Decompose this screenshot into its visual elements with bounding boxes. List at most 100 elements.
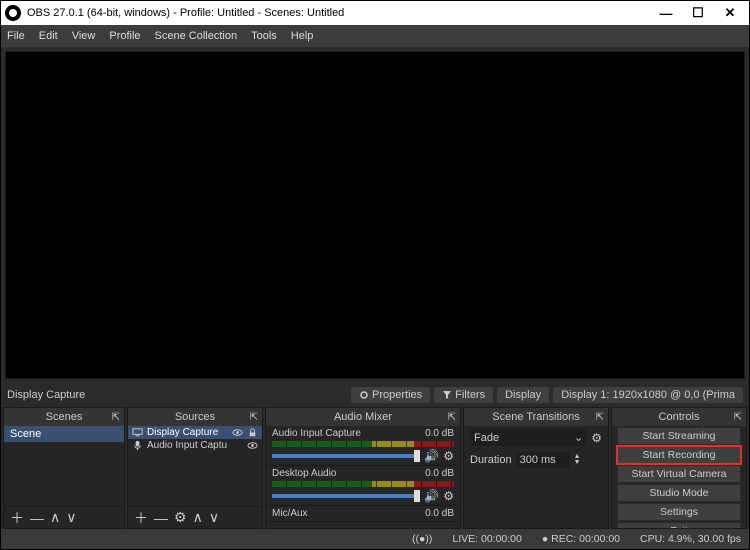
menu-help[interactable]: Help: [291, 30, 314, 42]
menu-profile[interactable]: Profile: [109, 30, 140, 42]
source-label: Audio Input Captu: [147, 440, 227, 451]
popout-icon[interactable]: ⇱: [734, 412, 742, 423]
source-label: Display Capture: [147, 427, 218, 438]
menu-edit[interactable]: Edit: [39, 30, 58, 42]
close-button[interactable]: ✕: [723, 6, 737, 20]
window-buttons: — ☐ ✕: [659, 6, 745, 20]
monitor-icon: [132, 427, 143, 438]
duration-spinner[interactable]: ▲▼: [574, 454, 581, 466]
audio-meter: [272, 481, 454, 487]
menu-bar: File Edit View Profile Scene Collection …: [1, 25, 749, 47]
mixer-header: Audio Mixer⇱: [266, 408, 460, 426]
menu-tools[interactable]: Tools: [251, 30, 277, 42]
gear-icon[interactable]: ⚙: [443, 489, 454, 503]
popout-icon[interactable]: ⇱: [250, 412, 258, 423]
channel-name: Audio Input Capture: [272, 428, 361, 439]
start-recording-button[interactable]: Start Recording: [617, 446, 741, 464]
scene-down-button[interactable]: ∨: [66, 509, 76, 526]
source-up-button[interactable]: ∧: [193, 509, 203, 526]
channel-level: 0.0 dB: [425, 428, 454, 439]
rec-status: REC: 00:00:00: [551, 533, 620, 545]
title-bar: OBS 27.0.1 (64-bit, windows) - Profile: …: [1, 1, 749, 25]
display-label: Display: [497, 387, 549, 403]
menu-view[interactable]: View: [72, 30, 96, 42]
gear-icon[interactable]: ⚙: [591, 431, 602, 445]
scene-item[interactable]: Scene: [4, 426, 124, 442]
eye-icon[interactable]: [247, 440, 258, 451]
broadcast-icon: ((●)): [412, 533, 432, 545]
mixer-body: Audio Input Capture 0.0 dB 🔊 ⚙ Desktop Au…: [266, 426, 460, 528]
minimize-button[interactable]: —: [659, 6, 673, 20]
lock-icon[interactable]: [247, 427, 258, 438]
source-item[interactable]: Audio Input Captu: [128, 439, 262, 452]
volume-slider[interactable]: [272, 494, 420, 498]
sources-footer: ＋ — ⚙ ∧ ∨: [128, 506, 262, 528]
controls-body: Start Streaming Start Recording Start Vi…: [612, 426, 746, 528]
add-source-button[interactable]: ＋: [134, 508, 148, 528]
channel-name: Desktop Audio: [272, 468, 337, 479]
audio-meter: [272, 441, 454, 447]
properties-button[interactable]: Properties: [351, 387, 430, 403]
eye-icon[interactable]: [232, 427, 243, 438]
sources-list[interactable]: Display Capture Audio Input Captu: [128, 426, 262, 506]
status-bar: ((●)) LIVE: 00:00:00 ● REC: 00:00:00 CPU…: [1, 529, 749, 549]
live-status: LIVE: 00:00:00: [452, 533, 521, 545]
duration-input[interactable]: 300 ms: [516, 452, 570, 468]
transitions-panel: Scene Transitions⇱ Fade⌄ ⚙ Duration 300 …: [463, 407, 609, 529]
channel-level: 0.0 dB: [425, 508, 454, 519]
audio-mixer-panel: Audio Mixer⇱ Audio Input Capture 0.0 dB 🔊…: [265, 407, 461, 529]
source-item[interactable]: Display Capture: [128, 426, 262, 439]
filters-button[interactable]: Filters: [434, 387, 493, 403]
mixer-channel: Desktop Audio 0.0 dB 🔊 ⚙: [266, 466, 460, 506]
scenes-footer: ＋ — ∧ ∨: [4, 506, 124, 528]
popout-icon[interactable]: ⇱: [112, 412, 120, 423]
channel-level: 0.0 dB: [425, 468, 454, 479]
scenes-header: Scenes⇱: [4, 408, 124, 426]
maximize-button[interactable]: ☐: [691, 6, 705, 20]
duration-label: Duration: [470, 454, 512, 466]
popout-icon[interactable]: ⇱: [448, 412, 456, 423]
exit-button[interactable]: Exit: [617, 522, 741, 528]
scenes-panel: Scenes⇱ Scene ＋ — ∧ ∨: [3, 407, 125, 529]
mixer-channel: Audio Input Capture 0.0 dB 🔊 ⚙: [266, 426, 460, 466]
preview-area[interactable]: [5, 51, 745, 379]
app-icon: [5, 5, 21, 21]
transitions-header: Scene Transitions⇱: [464, 408, 608, 426]
speaker-icon[interactable]: 🔊: [424, 449, 439, 463]
scene-up-button[interactable]: ∧: [50, 509, 60, 526]
menu-file[interactable]: File: [7, 30, 25, 42]
source-settings-button[interactable]: ⚙: [174, 509, 187, 526]
sources-panel: Sources⇱ Display Capture Audio Input Cap…: [127, 407, 263, 529]
rec-indicator: ● REC: 00:00:00: [542, 533, 620, 545]
selected-source-label: Display Capture: [7, 389, 85, 401]
settings-button[interactable]: Settings: [617, 503, 741, 521]
remove-scene-button[interactable]: —: [30, 510, 44, 526]
channel-name: Mic/Aux: [272, 508, 308, 519]
transition-dropdown[interactable]: Fade⌄: [470, 429, 587, 446]
mic-icon: [132, 440, 143, 451]
transitions-body: Fade⌄ ⚙ Duration 300 ms ▲▼: [464, 426, 608, 528]
studio-mode-button[interactable]: Studio Mode: [617, 484, 741, 502]
start-virtual-camera-button[interactable]: Start Virtual Camera: [617, 465, 741, 483]
sources-header: Sources⇱: [128, 408, 262, 426]
source-down-button[interactable]: ∨: [209, 509, 219, 526]
controls-panel: Controls⇱ Start Streaming Start Recordin…: [611, 407, 747, 529]
window-title: OBS 27.0.1 (64-bit, windows) - Profile: …: [27, 7, 659, 19]
cpu-status: CPU: 4.9%, 30.00 fps: [640, 533, 741, 545]
remove-source-button[interactable]: —: [154, 510, 168, 526]
dock-panels: Scenes⇱ Scene ＋ — ∧ ∨ Sources⇱ Display C…: [1, 407, 749, 529]
add-scene-button[interactable]: ＋: [10, 508, 24, 528]
chevron-down-icon: ⌄: [574, 431, 583, 444]
start-streaming-button[interactable]: Start Streaming: [617, 427, 741, 445]
display-dropdown[interactable]: Display 1: 1920x1080 @ 0,0 (Prima: [553, 387, 743, 403]
popout-icon[interactable]: ⇱: [596, 412, 604, 423]
scenes-list[interactable]: Scene: [4, 426, 124, 506]
preview-toolbar: Display Capture Properties Filters Displ…: [1, 383, 749, 407]
mixer-channel: Mic/Aux 0.0 dB: [266, 506, 460, 522]
app-window: OBS 27.0.1 (64-bit, windows) - Profile: …: [0, 0, 750, 550]
volume-slider[interactable]: [272, 454, 420, 458]
controls-header: Controls⇱: [612, 408, 746, 426]
speaker-icon[interactable]: 🔊: [424, 489, 439, 503]
gear-icon[interactable]: ⚙: [443, 449, 454, 463]
menu-scene-collection[interactable]: Scene Collection: [155, 30, 238, 42]
